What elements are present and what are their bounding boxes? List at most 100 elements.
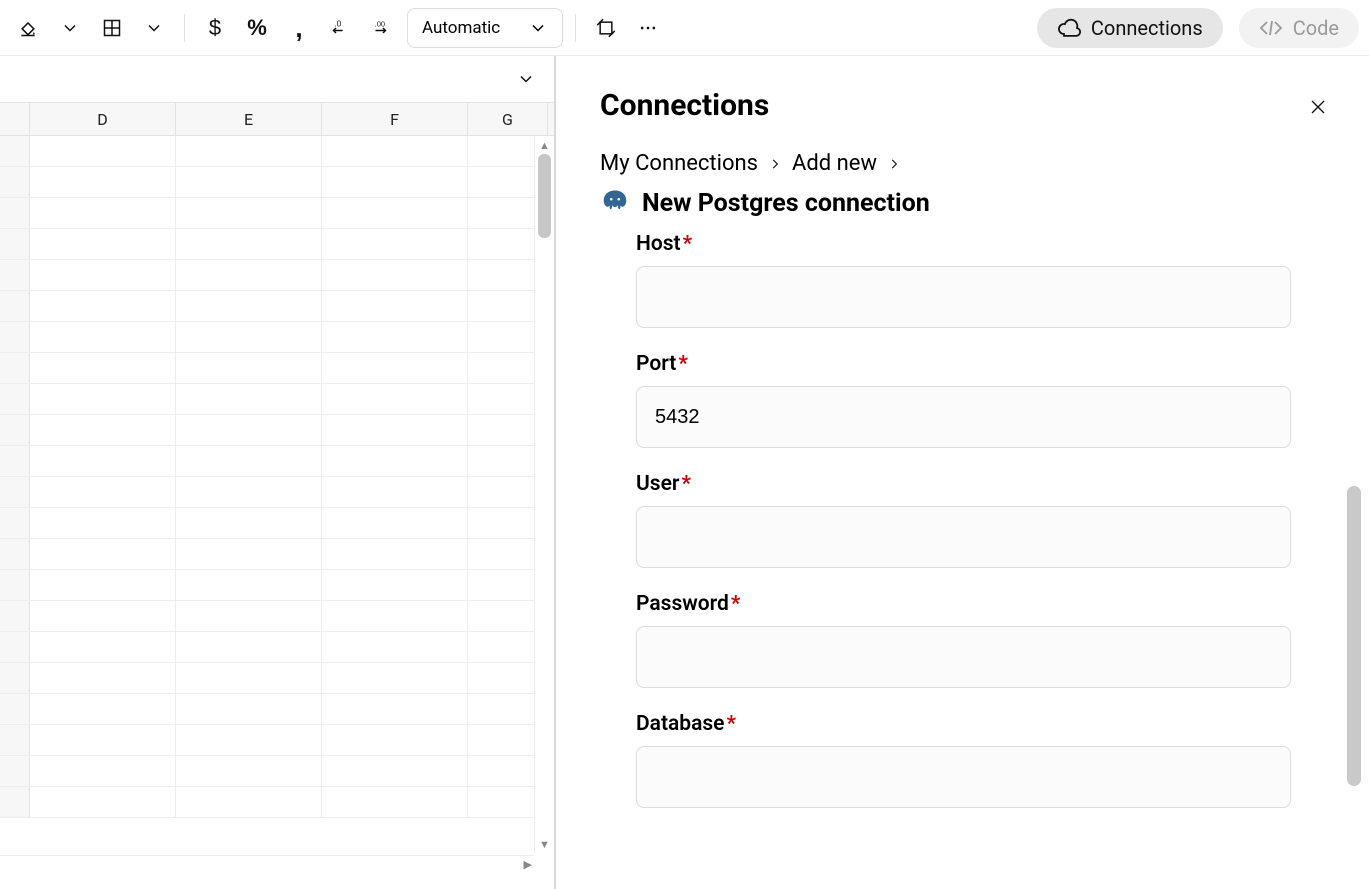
number-format-select[interactable]: Automatic — [407, 8, 563, 48]
ellipsis-icon — [638, 18, 658, 38]
borders-icon — [102, 18, 122, 38]
column-header[interactable]: F — [322, 103, 468, 135]
table-row[interactable] — [0, 725, 554, 756]
field-password: Password* — [636, 592, 1325, 688]
host-input[interactable] — [636, 266, 1291, 328]
number-format-value: Automatic — [422, 18, 500, 38]
table-row[interactable] — [0, 508, 554, 539]
scroll-down-arrow-icon[interactable]: ▼ — [535, 835, 554, 853]
chevron-right-icon — [887, 157, 901, 171]
cloud-icon — [1057, 16, 1081, 40]
chevron-down-icon — [60, 18, 80, 38]
fill-color-dropdown[interactable] — [52, 10, 88, 46]
user-input[interactable] — [636, 506, 1291, 568]
password-label: Password* — [636, 592, 1325, 616]
decrease-decimals-button[interactable]: .0 — [323, 10, 359, 46]
table-row[interactable] — [0, 446, 554, 477]
sheet-vertical-scrollbar[interactable]: ▲ ▼ — [534, 136, 554, 853]
sheet-horizontal-scrollbar[interactable]: ▶ — [0, 855, 534, 875]
increase-decimals-button[interactable]: .00 — [365, 10, 401, 46]
scroll-thumb[interactable] — [538, 154, 551, 238]
svg-text:.0: .0 — [334, 18, 341, 28]
table-row[interactable] — [0, 694, 554, 725]
spreadsheet[interactable]: D E F G ▲ ▼ ▶ — [0, 56, 556, 889]
database-input[interactable] — [636, 746, 1291, 808]
table-row[interactable] — [0, 539, 554, 570]
port-label: Port* — [636, 352, 1325, 376]
paint-bucket-icon — [18, 18, 38, 38]
breadcrumb: My Connections Add new — [600, 151, 1325, 176]
port-input[interactable] — [636, 386, 1291, 448]
table-row[interactable] — [0, 601, 554, 632]
code-button[interactable]: Code — [1239, 8, 1359, 48]
field-host: Host* — [636, 232, 1325, 328]
postgres-icon — [600, 188, 630, 218]
panel-scroll-thumb[interactable] — [1347, 486, 1361, 786]
panel-close-button[interactable] — [1303, 92, 1333, 122]
dollar-icon: $ — [209, 15, 221, 41]
borders-dropdown[interactable] — [136, 10, 172, 46]
thousands-sep-button[interactable]: , — [281, 10, 317, 46]
table-row[interactable] — [0, 198, 554, 229]
table-row[interactable] — [0, 229, 554, 260]
table-row[interactable] — [0, 477, 554, 508]
svg-text:.00: .00 — [375, 19, 385, 28]
comma-icon: , — [295, 23, 302, 33]
code-icon — [1259, 16, 1283, 40]
column-headers: D E F G — [0, 102, 554, 136]
host-label: Host* — [636, 232, 1325, 256]
toolbar-more-button[interactable] — [630, 10, 666, 46]
breadcrumb-root[interactable]: My Connections — [600, 151, 758, 176]
user-label: User* — [636, 472, 1325, 496]
column-header[interactable]: G — [468, 103, 548, 135]
column-header[interactable]: D — [30, 103, 176, 135]
toolbar-separator — [575, 14, 576, 42]
panel-title: Connections — [600, 88, 1325, 123]
database-label: Database* — [636, 712, 1325, 736]
table-row[interactable] — [0, 632, 554, 663]
table-row[interactable] — [0, 756, 554, 787]
table-row[interactable] — [0, 322, 554, 353]
connection-form: Host* Port* User* Password* Database* — [636, 232, 1325, 808]
toolbar-separator — [184, 14, 185, 42]
table-row[interactable] — [0, 260, 554, 291]
toolbar-right: Connections Code — [1037, 8, 1359, 48]
connections-button[interactable]: Connections — [1037, 8, 1223, 48]
chevron-down-icon — [144, 18, 164, 38]
connection-heading: New Postgres connection — [600, 188, 1325, 218]
chevron-down-icon — [516, 69, 536, 89]
table-row[interactable] — [0, 167, 554, 198]
table-row[interactable] — [0, 415, 554, 446]
scroll-right-arrow-icon[interactable]: ▶ — [524, 858, 532, 871]
table-row[interactable] — [0, 384, 554, 415]
table-row[interactable] — [0, 570, 554, 601]
table-row[interactable] — [0, 663, 554, 694]
decrease-decimal-icon: .0 — [331, 18, 351, 38]
column-header[interactable]: E — [176, 103, 322, 135]
field-database: Database* — [636, 712, 1325, 808]
increase-decimal-icon: .00 — [373, 18, 393, 38]
chevron-right-icon — [768, 157, 782, 171]
toolbar: $ % , .0 .00 Automatic — [0, 0, 1369, 56]
table-row[interactable] — [0, 353, 554, 384]
cell-grid[interactable] — [0, 136, 554, 826]
insert-chart-button[interactable] — [588, 10, 624, 46]
scroll-up-arrow-icon[interactable]: ▲ — [535, 136, 554, 154]
connections-panel: Connections My Connections Add new New P… — [556, 56, 1369, 889]
currency-button[interactable]: $ — [197, 10, 233, 46]
fill-color-button[interactable] — [10, 10, 46, 46]
table-row[interactable] — [0, 291, 554, 322]
table-row[interactable] — [0, 136, 554, 167]
close-icon — [1309, 95, 1327, 119]
password-input[interactable] — [636, 626, 1291, 688]
field-port: Port* — [636, 352, 1325, 448]
connection-heading-text: New Postgres connection — [642, 189, 930, 218]
breadcrumb-step[interactable]: Add new — [792, 151, 877, 176]
formula-bar-expand-button[interactable] — [512, 65, 540, 93]
code-label: Code — [1293, 16, 1339, 40]
table-row[interactable] — [0, 787, 554, 818]
percent-button[interactable]: % — [239, 10, 275, 46]
borders-button[interactable] — [94, 10, 130, 46]
field-user: User* — [636, 472, 1325, 568]
table-expand-icon — [596, 18, 616, 38]
